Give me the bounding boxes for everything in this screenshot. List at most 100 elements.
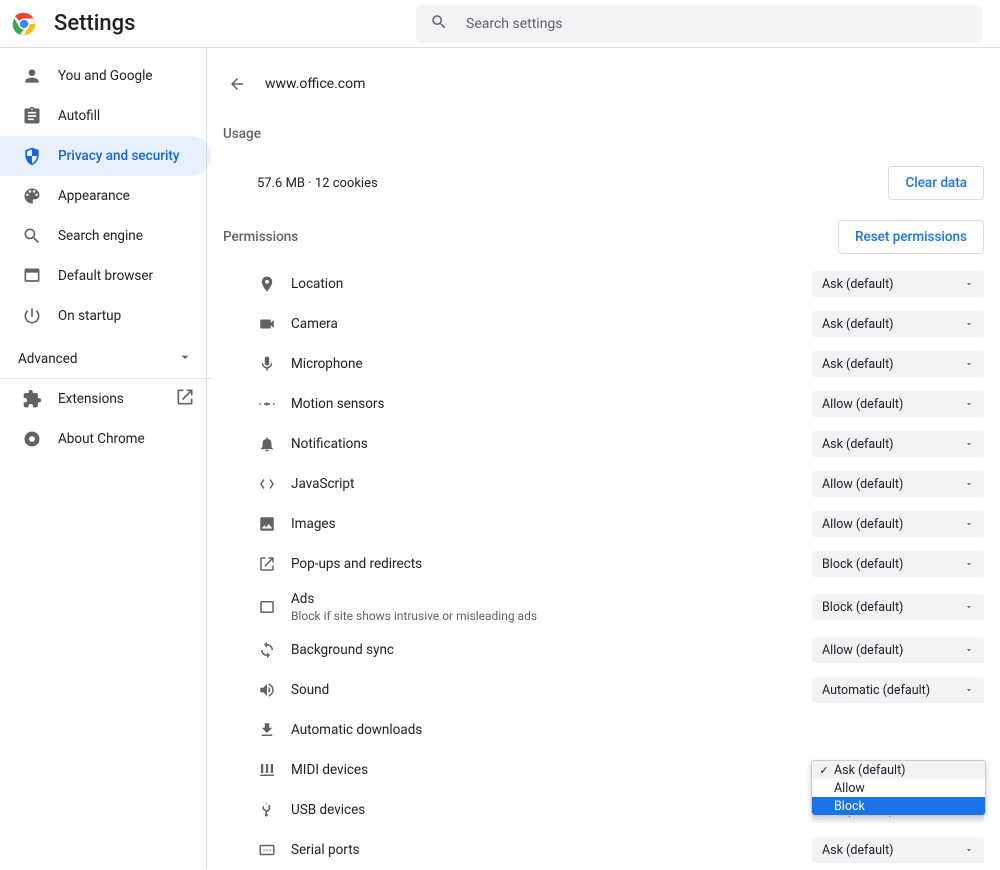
sidebar-item-label: Privacy and security [58, 148, 180, 164]
permission-label: Sound [291, 682, 812, 698]
permission-select-notifications[interactable]: Ask (default) [812, 431, 984, 457]
permission-dropdown-menu[interactable]: ✓ Ask (default) Allow Block [811, 760, 986, 816]
chevron-down-icon [964, 479, 974, 489]
chrome-grey-icon [22, 429, 42, 449]
sidebar-item-search-engine[interactable]: Search engine [0, 216, 211, 256]
serial-icon [257, 840, 277, 860]
sidebar-item-appearance[interactable]: Appearance [0, 176, 211, 216]
sidebar-item-you-google[interactable]: You and Google [0, 56, 211, 96]
permission-select-sound[interactable]: Automatic (default) [812, 677, 984, 703]
reset-permissions-button[interactable]: Reset permissions [838, 220, 984, 254]
permission-row-bgsync: Background syncAllow (default) [223, 630, 1000, 670]
permission-select-popups[interactable]: Block (default) [812, 551, 984, 577]
clipboard-icon [22, 106, 42, 126]
permission-value: Allow (default) [822, 517, 903, 532]
dropdown-option-block[interactable]: Block [812, 797, 985, 815]
permission-value: Allow (default) [822, 643, 903, 658]
permission-row-notifications: Notifications Ask (default) [223, 424, 1000, 464]
sidebar-advanced[interactable]: Advanced [0, 340, 211, 378]
sidebar-item-label: Autofill [58, 108, 100, 124]
permission-value: Ask (default) [822, 357, 894, 372]
permission-value: Allow (default) [822, 477, 903, 492]
permission-label: Ads [291, 591, 812, 607]
sidebar-item-about[interactable]: About Chrome [0, 419, 211, 459]
permission-row-javascript: JavaScript Allow (default) [223, 464, 1000, 504]
permission-row-popups: Pop-ups and redirectsBlock (default) [223, 544, 1000, 584]
permission-row-sound: Sound Automatic (default) [223, 670, 1000, 710]
permission-label: Images [291, 516, 812, 532]
motion-icon [257, 394, 277, 414]
search-icon [22, 226, 42, 246]
location-icon [257, 274, 277, 294]
dropdown-option-allow[interactable]: Allow [812, 779, 985, 797]
permission-select-bgsync[interactable]: Allow (default) [812, 637, 984, 663]
permission-label: Automatic downloads [291, 722, 812, 738]
javascript-icon [257, 474, 277, 494]
chevron-down-icon [964, 559, 974, 569]
midi-icon [257, 760, 277, 780]
permission-label: USB devices [291, 802, 812, 818]
ads-icon [257, 597, 277, 617]
permission-label: Microphone [291, 356, 812, 372]
permission-sublabel: Block if site shows intrusive or mislead… [291, 609, 812, 623]
permission-select-ads[interactable]: Block (default) [812, 594, 984, 620]
usb-icon [257, 800, 277, 820]
dropdown-option-ask[interactable]: ✓ Ask (default) [812, 761, 985, 779]
shield-icon [22, 146, 42, 166]
permission-row-microphone: Microphone Ask (default) [223, 344, 1000, 384]
permission-row-autodl: Automatic downloads [223, 710, 1000, 750]
browser-icon [22, 266, 42, 286]
permission-row-camera: Camera Ask (default) [223, 304, 1000, 344]
permission-label: JavaScript [291, 476, 812, 492]
usage-heading: Usage [223, 126, 1000, 142]
permission-label: Notifications [291, 436, 812, 452]
permission-value: Ask (default) [822, 317, 894, 332]
sidebar-item-extensions[interactable]: Extensions [0, 379, 211, 419]
chevron-down-icon [964, 319, 974, 329]
permission-select-serial[interactable]: Ask (default) [812, 837, 984, 863]
palette-icon [22, 186, 42, 206]
permission-select-location[interactable]: Ask (default) [812, 271, 984, 297]
permission-select-microphone[interactable]: Ask (default) [812, 351, 984, 377]
permission-value: Block (default) [822, 557, 903, 572]
sidebar-item-default-browser[interactable]: Default browser [0, 256, 211, 296]
search-input[interactable] [466, 16, 968, 32]
clear-data-button[interactable]: Clear data [888, 166, 984, 200]
permission-row-serial: Serial ports Ask (default) [223, 830, 1000, 870]
permission-value: Allow (default) [822, 397, 903, 412]
permission-row-images: Images Allow (default) [223, 504, 1000, 544]
power-icon [22, 306, 42, 326]
permission-label: Serial ports [291, 842, 812, 858]
sound-icon [257, 680, 277, 700]
chevron-down-icon [964, 602, 974, 612]
permission-select-motion[interactable]: Allow (default) [812, 391, 984, 417]
chevron-down-icon [964, 399, 974, 409]
sidebar-item-label: Search engine [58, 228, 143, 244]
permission-label: Motion sensors [291, 396, 812, 412]
permission-select-javascript[interactable]: Allow (default) [812, 471, 984, 497]
sidebar-item-on-startup[interactable]: On startup [0, 296, 211, 336]
permission-value: Ask (default) [822, 437, 894, 452]
search-settings[interactable] [416, 5, 982, 43]
microphone-icon [257, 354, 277, 374]
images-icon [257, 514, 277, 534]
check-icon: ✓ [816, 764, 832, 777]
person-icon [22, 66, 42, 86]
permission-select-images[interactable]: Allow (default) [812, 511, 984, 537]
back-button[interactable] [223, 70, 251, 98]
advanced-label: Advanced [18, 351, 78, 367]
autodl-icon [257, 720, 277, 740]
permission-value: Block (default) [822, 600, 903, 615]
permission-value: Ask (default) [822, 843, 894, 858]
sidebar-item-privacy[interactable]: Privacy and security [0, 136, 211, 176]
permission-label: Camera [291, 316, 812, 332]
chevron-down-icon [964, 685, 974, 695]
sidebar-item-label: Default browser [58, 268, 153, 284]
sidebar-item-autofill[interactable]: Autofill [0, 96, 211, 136]
sidebar-item-label: You and Google [58, 68, 153, 84]
permission-select-camera[interactable]: Ask (default) [812, 311, 984, 337]
permission-value: Automatic (default) [822, 683, 930, 698]
external-link-icon [175, 387, 195, 411]
permission-label: MIDI devices [291, 762, 812, 778]
sidebar-item-label: Extensions [58, 391, 124, 407]
